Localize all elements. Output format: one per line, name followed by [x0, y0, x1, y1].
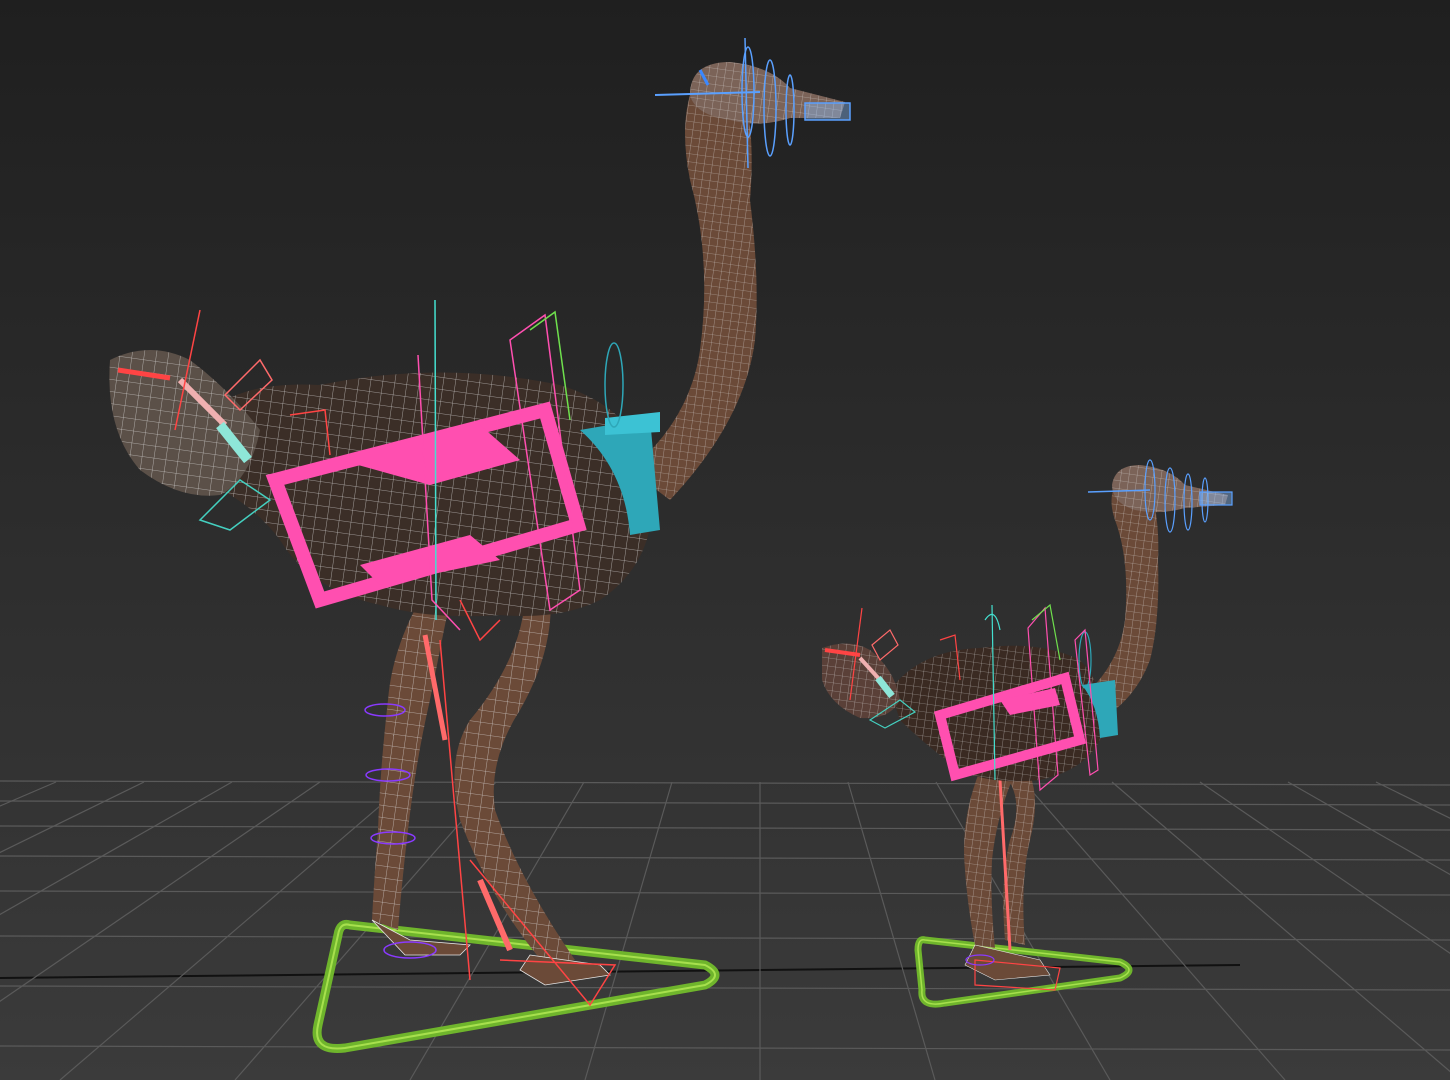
3d-viewport[interactable]	[0, 0, 1450, 1080]
viewport-canvas[interactable]	[0, 0, 1450, 1080]
